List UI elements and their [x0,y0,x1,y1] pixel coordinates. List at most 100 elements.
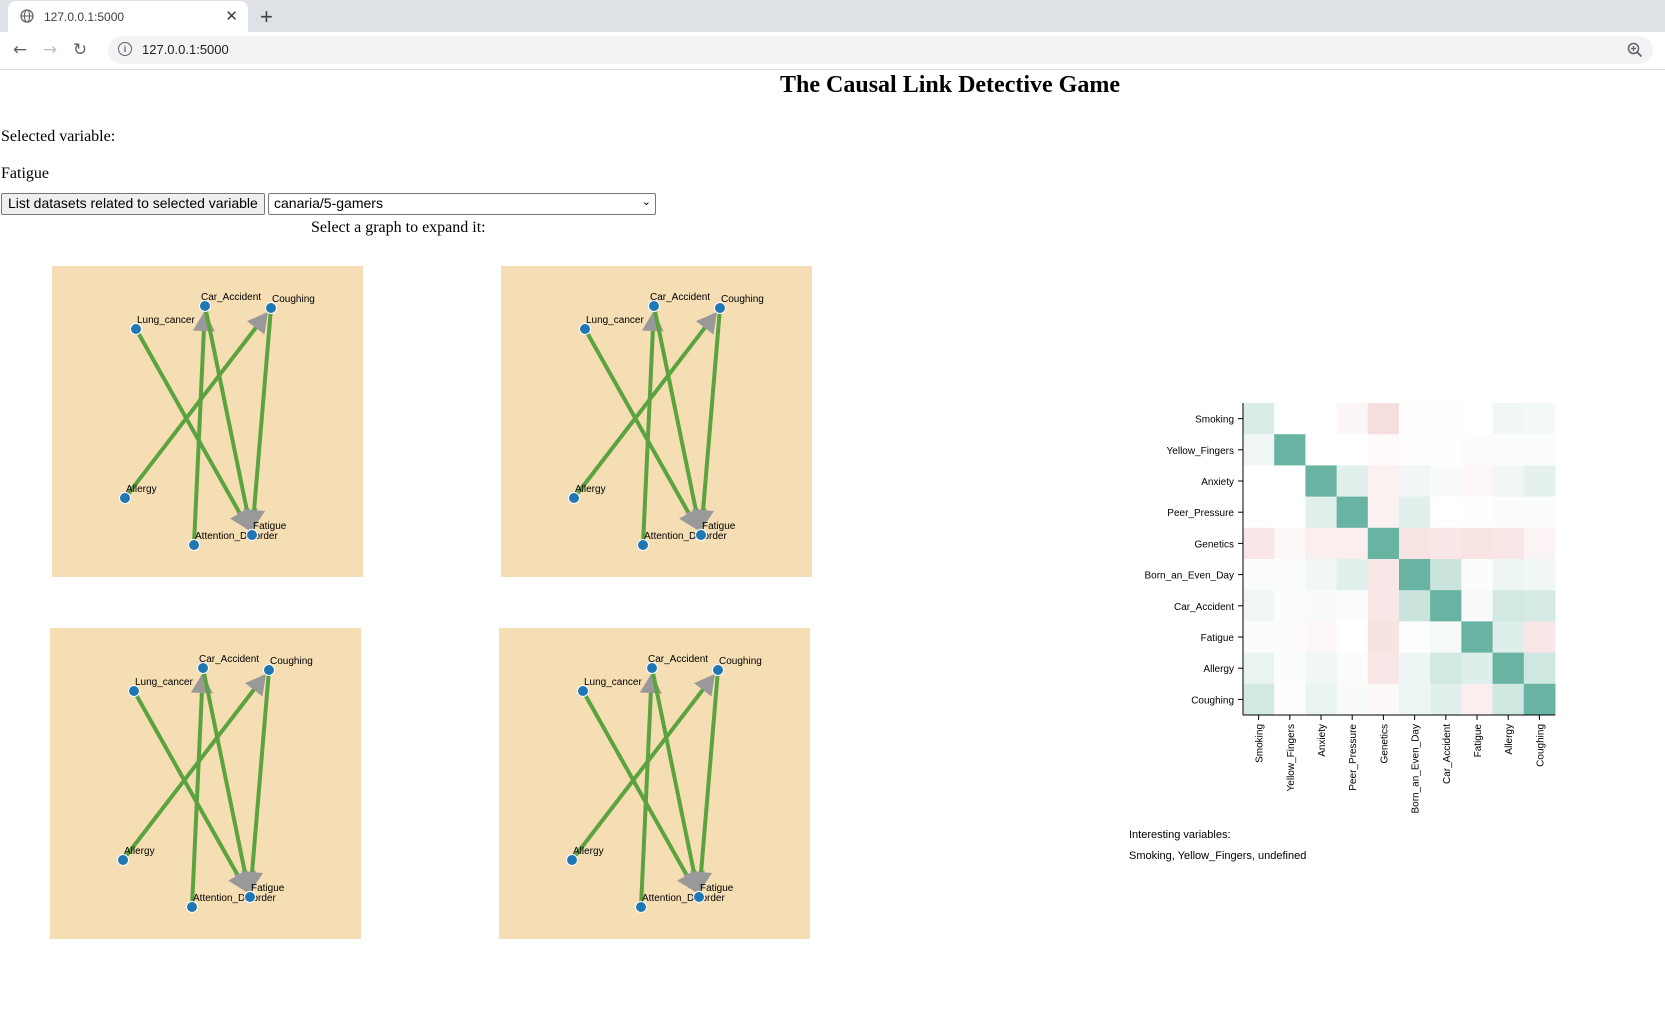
heatmap-cell [1367,590,1400,622]
info-icon[interactable]: i [118,42,132,56]
heatmap-cell [1305,652,1338,685]
heatmap-column-label: Car_Accident [1442,724,1453,784]
heatmap-cell [1399,496,1431,529]
heatmap-row-label: Peer_Pressure [1167,508,1234,519]
heatmap-column-label: Anxiety [1317,724,1328,757]
heatmap-cell [1243,559,1275,591]
heatmap-row-label: Smoking [1195,415,1234,426]
list-datasets-button[interactable]: List datasets related to selected variab… [1,193,265,215]
heatmap-cell [1336,403,1369,435]
heatmap-cell [1367,527,1400,560]
heatmap-cell [1492,496,1525,529]
dataset-select[interactable]: canaria/5-gamers ⌄ [268,193,656,215]
heatmap-cell [1492,652,1525,685]
heatmap-cell [1492,527,1525,560]
graph-node-label: Allergy [575,484,606,495]
causal-graph-canvas[interactable]: Lung_cancer Car_Accident Coughing Allergy At… [499,628,810,939]
heatmap-cell [1523,683,1556,716]
tab-title: 127.0.0.1:5000 [44,10,125,24]
heatmap-cell [1430,559,1462,591]
heatmap-cell [1243,590,1275,622]
forward-arrow-icon[interactable]: → [38,38,62,62]
heatmap-cell [1430,590,1462,622]
heatmap-cell [1399,465,1431,498]
graph-edge [192,313,207,546]
heatmap-cell [1430,465,1462,498]
graph-node-label: Allergy [573,846,604,857]
causal-graph-1[interactable]: Lung_cancer Car_Accident Coughing Allergy At… [52,266,363,577]
browser-tab[interactable]: 127.0.0.1:5000 ✕ [8,1,248,32]
back-arrow-icon[interactable]: ← [8,38,32,62]
heatmap-column-label: Fatigue [1473,724,1484,758]
heatmap-row-label: Coughing [1191,695,1234,706]
heatmap-row-label: Fatigue [1201,633,1235,644]
heatmap-cell [1461,465,1494,498]
heatmap-cell [1399,527,1431,560]
selected-variable-value: Fatigue [1,165,49,182]
heatmap-row-label: Born_an_Even_Day [1144,571,1234,582]
heatmap-cell [1523,527,1556,560]
heatmap-cell [1243,621,1275,654]
interesting-variables-value: Smoking, Yellow_Fingers, undefined [1129,850,1307,862]
graph-node-label: Car_Accident [650,292,710,303]
globe-icon [20,9,34,23]
heatmap-cell [1336,465,1369,498]
dataset-select-value: canaria/5-gamers [274,195,383,211]
heatmap-cell [1523,590,1556,622]
heatmap-cell [1492,403,1525,435]
selected-variable-label: Selected variable: [1,128,116,145]
heatmap-cell [1430,403,1462,435]
graph-node-label: Allergy [124,846,155,857]
heatmap-column-label: Allergy [1504,724,1515,755]
heatmap-row-label: Allergy [1203,664,1234,675]
heatmap-cell [1399,434,1431,466]
graph-node-label: Fatigue [700,883,734,894]
heatmap-cell [1274,652,1306,685]
heatmap-column-label: Coughing [1535,724,1546,767]
heatmap-column-label: Smoking [1255,724,1266,763]
graph-edge [190,675,205,908]
causal-graph-canvas[interactable]: Lung_cancer Car_Accident Coughing Allergy At… [52,266,363,577]
heatmap-cell [1305,434,1338,466]
causal-graph-3[interactable]: Lung_cancer Car_Accident Coughing Allergy At… [50,628,361,939]
causal-graph-2[interactable]: Lung_cancer Car_Accident Coughing Allergy At… [501,266,812,577]
causal-graph-canvas[interactable]: Lung_cancer Car_Accident Coughing Allergy At… [50,628,361,939]
heatmap-cell [1461,590,1494,622]
heatmap-cell [1336,496,1369,529]
heatmap-row-label: Yellow_Fingers [1167,446,1234,457]
heatmap-cell [1523,621,1556,654]
zoom-icon[interactable] [1627,42,1643,58]
heatmap-cell [1305,621,1338,654]
address-bar[interactable]: i 127.0.0.1:5000 [108,36,1653,64]
heatmap-cell [1399,403,1431,435]
graph-node-label: Fatigue [251,883,285,894]
close-icon[interactable]: ✕ [225,7,238,25]
graph-node-label: Lung_cancer [586,315,644,326]
heatmap-cell [1492,590,1525,622]
arrowhead-icon [696,311,717,335]
url-text[interactable]: 127.0.0.1:5000 [142,42,229,57]
graph-edge [250,307,273,528]
graph-node-label: Fatigue [702,521,736,532]
causal-graph-canvas[interactable]: Lung_cancer Car_Accident Coughing Allergy At… [501,266,812,577]
heatmap-cell [1523,496,1556,529]
heatmap-cell [1274,683,1306,716]
heatmap-cell [1399,590,1431,622]
browser-toolbar: ← → ↻ i 127.0.0.1:5000 [0,32,1665,70]
heatmap-cell [1243,465,1275,498]
reload-icon[interactable]: ↻ [68,38,92,62]
browser-tab-strip: 127.0.0.1:5000 ✕ + [0,0,1665,32]
causal-graph-4[interactable]: Lung_cancer Car_Accident Coughing Allergy At… [499,628,810,939]
plus-icon[interactable]: + [260,4,273,30]
graph-node-label: Car_Accident [648,654,708,665]
heatmap-cell [1367,403,1400,435]
graph-edge [699,307,722,528]
graph-node-label: Lung_cancer [584,677,642,688]
heatmap-cell [1274,559,1306,591]
heatmap-cell [1274,403,1306,435]
graph-node-label: Coughing [721,294,764,305]
heatmap-cell [1336,527,1369,560]
heatmap-cell [1523,465,1556,498]
heatmap-cell [1523,434,1556,466]
heatmap-cell [1399,683,1431,716]
